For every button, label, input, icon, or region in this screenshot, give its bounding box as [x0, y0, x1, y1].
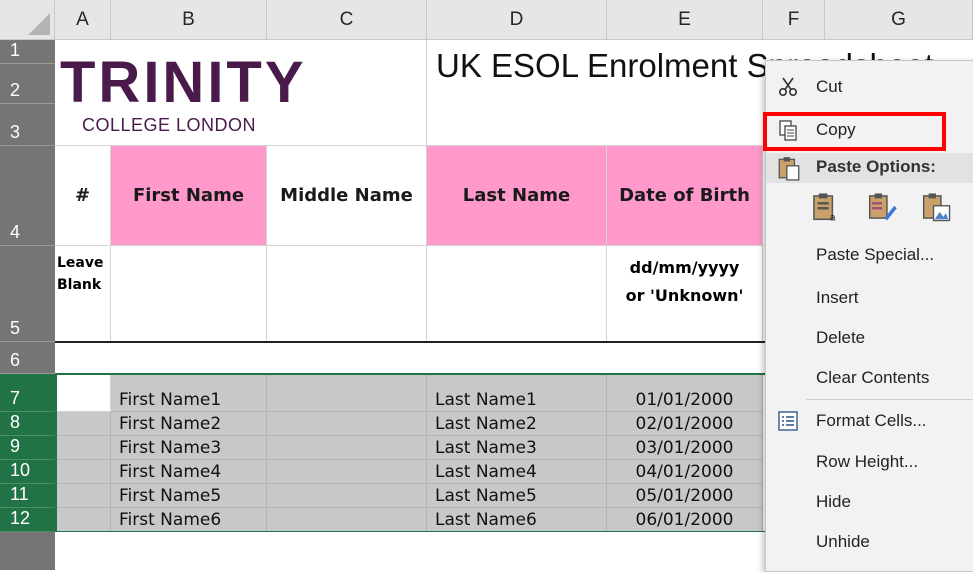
- menu-item-insert[interactable]: Insert: [766, 280, 973, 316]
- instruction-blank: Blank: [57, 277, 102, 293]
- header-cell-middle-name[interactable]: Middle Name: [267, 146, 427, 246]
- menu-item-hide[interactable]: Hide: [766, 484, 973, 520]
- select-all-triangle-icon: [28, 13, 50, 35]
- menu-item-cut[interactable]: Cut: [766, 69, 973, 105]
- paste-formatting-icon: [868, 193, 897, 221]
- row-header-7[interactable]: 7: [0, 374, 55, 412]
- scissors-icon: [778, 77, 798, 97]
- header-cell-first-name[interactable]: First Name: [111, 146, 267, 246]
- row-header-4[interactable]: 4: [0, 146, 55, 246]
- column-header-c[interactable]: C: [267, 0, 427, 40]
- menu-label-unhide: Unhide: [816, 532, 870, 551]
- row-header-6[interactable]: 6: [0, 342, 55, 374]
- row-header-5[interactable]: 5: [0, 246, 55, 342]
- header-cell-last-name[interactable]: Last Name: [427, 146, 607, 246]
- instruction-cell-num[interactable]: Leave Blank: [55, 246, 111, 342]
- select-all-corner[interactable]: [0, 0, 55, 40]
- instruction-cell-dob[interactable]: dd/mm/yyyy or 'Unknown': [607, 246, 763, 342]
- row-header-11[interactable]: 11: [0, 484, 55, 508]
- paste-options-header: Paste Options:: [766, 153, 973, 183]
- menu-separator: [806, 399, 973, 400]
- format-cells-icon: [778, 411, 798, 431]
- instruction-cell-last[interactable]: [427, 246, 607, 342]
- svg-text:a: a: [830, 213, 836, 223]
- clipboard-icon: [778, 157, 800, 181]
- menu-label-cut: Cut: [816, 77, 843, 96]
- row-header-3[interactable]: 3: [0, 104, 55, 146]
- paste-icon-button[interactable]: a: [810, 191, 844, 227]
- row-header-2[interactable]: 2: [0, 64, 55, 104]
- instruction-dob-format: dd/mm/yyyy: [629, 258, 740, 277]
- header-cell-date-of-birth[interactable]: Date of Birth: [607, 146, 763, 246]
- menu-label-format-cells: Format Cells...: [816, 411, 927, 430]
- row-header-12[interactable]: 12: [0, 508, 55, 532]
- paste-picture-icon: [922, 193, 951, 222]
- menu-label-hide: Hide: [816, 492, 851, 511]
- menu-item-unhide[interactable]: Unhide: [766, 524, 973, 560]
- menu-item-row-height[interactable]: Row Height...: [766, 444, 973, 480]
- row-header-filler: [0, 532, 55, 570]
- row-header-10[interactable]: 10: [0, 460, 55, 484]
- instruction-dob-unknown: or 'Unknown': [625, 286, 744, 305]
- paste-formatting-button[interactable]: [866, 191, 900, 227]
- column-header-g[interactable]: G: [825, 0, 973, 40]
- menu-item-clear-contents[interactable]: Clear Contents: [766, 360, 973, 396]
- instruction-cell-middle[interactable]: [267, 246, 427, 342]
- column-header-f[interactable]: F: [763, 0, 825, 40]
- menu-item-format-cells[interactable]: Format Cells...: [766, 403, 973, 439]
- trinity-logo: TRINITY: [60, 50, 307, 115]
- menu-label-insert: Insert: [816, 288, 859, 307]
- paste-icon: a: [813, 193, 836, 224]
- menu-label-delete: Delete: [816, 328, 866, 347]
- menu-item-paste-special[interactable]: Paste Special...: [766, 237, 973, 273]
- instruction-cell-first[interactable]: [111, 246, 267, 342]
- selection-outline: [55, 373, 765, 533]
- row-header-8[interactable]: 8: [0, 412, 55, 436]
- column-header-a[interactable]: A: [55, 0, 111, 40]
- column-header-b[interactable]: B: [111, 0, 267, 40]
- trinity-logo-subtitle: COLLEGE LONDON: [82, 115, 257, 135]
- column-header-e[interactable]: E: [607, 0, 763, 40]
- instruction-leave: Leave: [57, 255, 104, 271]
- menu-label-row-height: Row Height...: [816, 452, 919, 471]
- header-cell-num[interactable]: #: [55, 146, 111, 246]
- menu-item-delete[interactable]: Delete: [766, 320, 973, 356]
- menu-label-paste-special: Paste Special...: [816, 245, 935, 264]
- paste-options-label: Paste Options:: [816, 157, 936, 176]
- row-header-9[interactable]: 9: [0, 436, 55, 460]
- menu-label-clear-contents: Clear Contents: [816, 368, 930, 387]
- copy-highlight-box: [763, 112, 946, 151]
- paste-picture-button[interactable]: [920, 191, 954, 227]
- row-header-1[interactable]: 1: [0, 40, 55, 64]
- column-header-d[interactable]: D: [427, 0, 607, 40]
